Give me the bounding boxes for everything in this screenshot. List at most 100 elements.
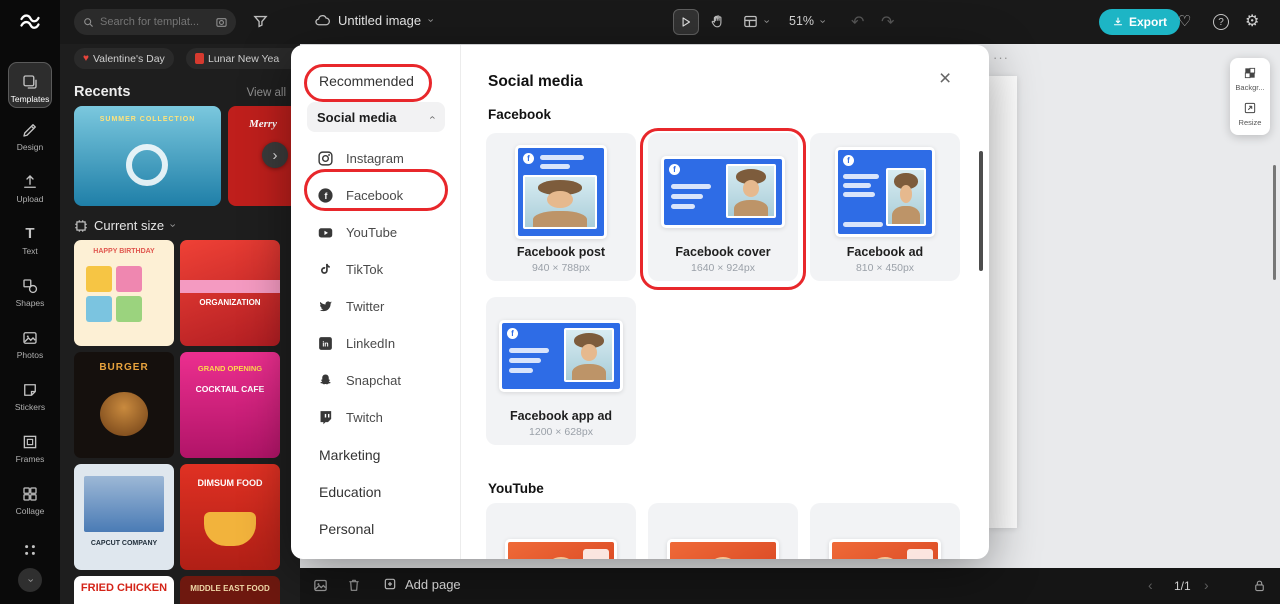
design-icon: [0, 120, 60, 139]
sidebar-item-photos[interactable]: Photos: [0, 328, 60, 360]
app-logo-icon: [20, 14, 40, 29]
svg-text:in: in: [322, 340, 328, 348]
template-thumbnail[interactable]: CAPCUT COMPANY: [74, 464, 174, 570]
template-thumbnail[interactable]: MIDDLE EAST FOOD: [180, 576, 280, 604]
search-input[interactable]: [100, 16, 210, 28]
filter-icon: [253, 15, 268, 28]
right-tools-panel: Backgr... Resize: [1230, 58, 1270, 135]
help-button[interactable]: ?: [1213, 14, 1229, 30]
template-thumbnail[interactable]: FRIED CHICKEN: [74, 576, 174, 604]
pages-view-button[interactable]: [312, 577, 329, 594]
redo-button[interactable]: ↷: [881, 12, 894, 32]
modal-divider: [460, 45, 461, 559]
size-card-facebook-ad[interactable]: f Facebook ad 810 × 450px: [810, 133, 960, 281]
size-card-facebook-post[interactable]: f Facebook post 940 × 788px: [486, 133, 636, 281]
next-page-button[interactable]: ›: [1204, 578, 1209, 592]
layout-grid-control[interactable]: ›: [742, 13, 772, 30]
hand-tool-button[interactable]: [709, 13, 726, 30]
tag-lunar-new-year[interactable]: Lunar New Yea: [186, 48, 300, 69]
canvas-scrollbar[interactable]: [1273, 165, 1276, 280]
lock-page-button[interactable]: [1252, 578, 1267, 593]
sidebar-item-more[interactable]: [0, 540, 60, 559]
category-marketing[interactable]: Marketing: [319, 447, 380, 463]
chevron-right-icon: ›: [272, 146, 278, 164]
sidebar-item-text[interactable]: T Text: [0, 224, 60, 256]
resize-tool-button[interactable]: Resize: [1232, 98, 1268, 130]
close-button[interactable]: ×: [939, 67, 951, 91]
export-button[interactable]: Export: [1099, 9, 1181, 35]
facebook-icon: f: [507, 327, 518, 339]
view-all-link[interactable]: View all: [247, 87, 286, 99]
size-card-youtube-2[interactable]: [648, 503, 798, 559]
document-title-group[interactable]: Untitled image ›: [314, 12, 436, 29]
category-recommended[interactable]: Recommended: [319, 73, 414, 89]
templates-panel: ♥ Valentine's Day Lunar New Yea Recents …: [60, 44, 300, 604]
platform-youtube[interactable]: YouTube: [307, 215, 445, 249]
size-card-youtube-1[interactable]: [486, 503, 636, 559]
sidebar-item-stickers[interactable]: Stickers: [0, 380, 60, 412]
more-apps-icon: [0, 540, 60, 559]
facebook-ad-preview: f: [835, 146, 935, 237]
recents-header: Recents View all: [74, 84, 286, 100]
platform-twitter[interactable]: Twitter: [307, 289, 445, 323]
heart-icon: ♥: [83, 53, 89, 64]
background-checker-icon: [1244, 67, 1256, 79]
template-thumbnail[interactable]: BURGER: [74, 352, 174, 458]
recent-template-thumbnail[interactable]: SUMMER COLLECTION: [74, 106, 221, 206]
platform-twitch[interactable]: Twitch: [307, 400, 445, 434]
size-card-facebook-cover[interactable]: f Facebook cover 1640 × 924px: [648, 133, 798, 281]
filter-button[interactable]: [252, 13, 269, 30]
settings-gear-button[interactable]: ⚙: [1245, 11, 1259, 31]
sidebar-item-design[interactable]: Design: [0, 120, 60, 152]
search-icon: [84, 17, 93, 27]
tag-valentines-day[interactable]: ♥ Valentine's Day: [74, 48, 174, 69]
zoom-level: 51%: [789, 14, 815, 28]
hand-icon: [711, 15, 722, 28]
template-thumbnail[interactable]: GRAND OPENING COCKTAIL CAFE: [180, 352, 280, 458]
category-social-media[interactable]: Social media ›: [307, 102, 445, 132]
preview-button[interactable]: [673, 9, 699, 35]
template-thumbnail[interactable]: HAPPY BIRTHDAY: [74, 240, 174, 346]
undo-button[interactable]: ↶: [851, 12, 864, 32]
recents-heading: Recents: [74, 84, 131, 100]
current-size-header[interactable]: Current size ›: [74, 218, 178, 233]
platform-tiktok[interactable]: TikTok: [307, 252, 445, 286]
zoom-control[interactable]: 51% ›: [789, 14, 828, 28]
template-thumbnail[interactable]: ORGANIZATION: [180, 240, 280, 346]
favorite-heart-button[interactable]: ♡: [1178, 12, 1191, 30]
add-page-button[interactable]: Add page: [382, 576, 461, 592]
sidebar-item-upload[interactable]: Upload: [0, 172, 60, 204]
add-page-icon: [384, 578, 396, 590]
sidebar-item-shapes[interactable]: Shapes: [0, 276, 60, 308]
platform-snapchat[interactable]: Snapchat: [307, 363, 445, 397]
chevron-down-icon[interactable]: ›: [424, 19, 436, 23]
download-icon: [1113, 17, 1123, 26]
modal-scrollbar[interactable]: [979, 151, 983, 271]
category-personal[interactable]: Personal: [319, 521, 374, 537]
platform-instagram[interactable]: Instagram: [307, 141, 445, 175]
export-label: Export: [1129, 15, 1168, 29]
sidebar-item-collage[interactable]: Collage: [0, 484, 60, 516]
sidebar-item-frames[interactable]: Frames: [0, 432, 60, 464]
image-search-icon[interactable]: [215, 16, 228, 29]
previous-page-button[interactable]: ‹: [1148, 578, 1153, 592]
artboard-options-icon[interactable]: ···: [993, 50, 1009, 65]
template-thumbnail[interactable]: DIMSUM FOOD: [180, 464, 280, 570]
size-card-facebook-app-ad[interactable]: f Facebook app ad 1200 × 628px: [486, 297, 636, 445]
cloud-icon: [315, 15, 330, 26]
document-title[interactable]: Untitled image: [338, 13, 421, 28]
app-logo[interactable]: [0, 0, 60, 44]
scroll-right-button[interactable]: ›: [262, 142, 288, 168]
category-education[interactable]: Education: [319, 484, 381, 500]
size-card-youtube-3[interactable]: [810, 503, 960, 559]
search-box[interactable]: [74, 9, 236, 35]
sidebar-item-templates[interactable]: Templates: [8, 62, 52, 108]
shapes-icon: [0, 276, 60, 295]
collapse-rail-button[interactable]: ›: [18, 568, 42, 592]
background-tool-button[interactable]: Backgr...: [1232, 63, 1268, 95]
artboard[interactable]: [989, 76, 1017, 528]
delete-page-button[interactable]: [346, 577, 362, 593]
platform-facebook[interactable]: f Facebook: [307, 178, 445, 212]
facebook-icon: f: [523, 152, 534, 164]
platform-linkedin[interactable]: in LinkedIn: [307, 326, 445, 360]
